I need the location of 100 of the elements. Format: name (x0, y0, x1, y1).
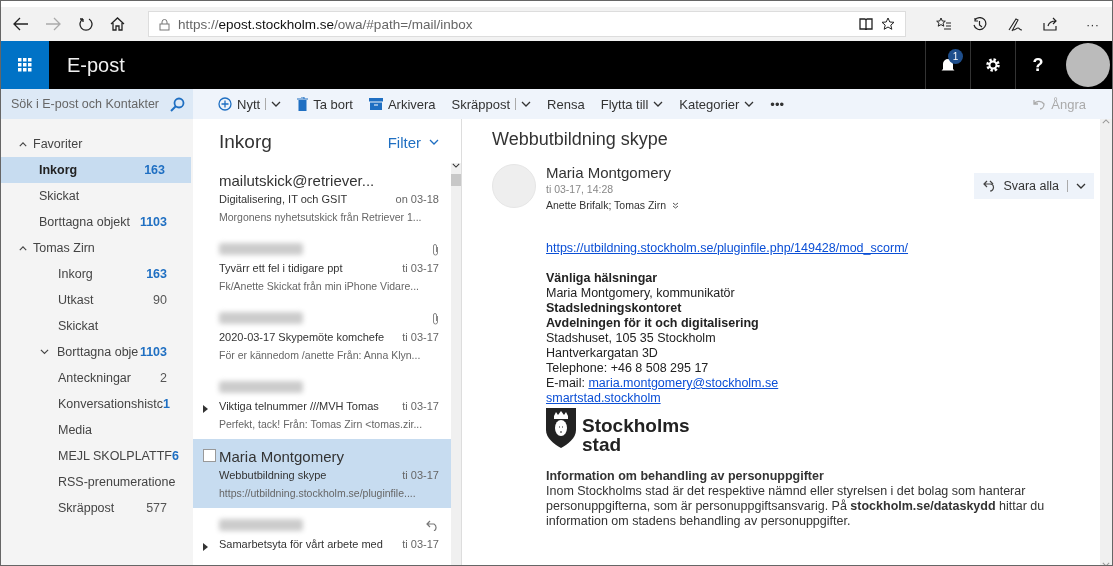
folder-group-header[interactable]: Favoriter (1, 131, 193, 157)
archive-icon (368, 98, 383, 110)
expand-thread-icon[interactable] (203, 405, 208, 413)
folder-group-header[interactable]: Tomas Zirn (1, 235, 193, 261)
address-bar[interactable]: https://epost.stockholm.se/owa/#path=/mail/inbox (148, 11, 906, 37)
sender-name: Maria Montgomery (219, 447, 345, 465)
folder-item[interactable]: MEJL SKOLPLATTF6 (1, 443, 193, 469)
refresh-icon[interactable] (78, 17, 93, 31)
chevron-down-icon (521, 101, 532, 107)
folder-item[interactable]: Borttagna objekt 1103 (1, 209, 193, 235)
message-date: ti 03-17 (402, 400, 439, 412)
back-icon[interactable] (13, 17, 30, 31)
folder-item[interactable]: Skickat (1, 183, 193, 209)
unread-count: 90 (153, 293, 167, 307)
message-preview: För er kännedom /anette Från: Anna Klyn... (219, 349, 422, 361)
search-input[interactable]: Sök i E-post och Kontakter (9, 96, 163, 112)
folder-item[interactable]: Borttagna obje1103 (1, 339, 193, 365)
waffle-icon (18, 58, 32, 72)
message-subject: Digitalisering, IT och GSIT (219, 193, 348, 205)
folder-item[interactable]: Skräppost 577 (1, 495, 193, 521)
chevron-down-icon (744, 101, 755, 107)
folder-item[interactable]: Utkast 90 (1, 287, 193, 313)
sent-time: ti 03-17, 14:28 (546, 183, 615, 195)
toolbar-button[interactable]: ••• (763, 89, 791, 119)
toolbar-button[interactable]: Nytt (211, 89, 289, 119)
folder-item[interactable]: Skickat (1, 313, 193, 339)
link[interactable]: https://utbildning.stockholm.se/pluginfile.php/149428/mod_scorm/ (546, 241, 909, 255)
message-date: on 03-18 (395, 193, 439, 205)
chevron-down-icon (429, 139, 439, 145)
toolbar-button[interactable]: Rensa (540, 89, 592, 119)
message-item[interactable]: 2020-03-17 Skypemöte komchefe ti 03-17 För er kännedom /anette Från: Anna Klyn... (193, 301, 451, 370)
signature-line: Telephone: +46 8 508 295 17 (546, 361, 710, 376)
search-icon (170, 96, 185, 112)
link[interactable]: smartstad.stockholm (546, 391, 661, 405)
folder-item[interactable]: Inkorg 163 (1, 157, 191, 183)
scrollbar[interactable] (1100, 119, 1112, 565)
chevron-up-icon (19, 141, 27, 147)
signature-line: Stadsledningskontoret (546, 301, 683, 316)
folder-item[interactable]: Inkorg 163 (1, 261, 193, 287)
folder-item[interactable]: Anteckningar 2 (1, 365, 193, 391)
trash-icon (297, 97, 309, 111)
unread-count: 1103 (139, 345, 167, 359)
scrollbar[interactable] (451, 163, 461, 565)
message-item[interactable]: Maria Montgomery Webbutbildning skype ti 03-17 https://utbildning.stockholm.se/pluginfile.... (193, 439, 451, 508)
unread-count: 163 (144, 163, 165, 177)
message-item[interactable]: mailutskick@retriever... Digitalisering, IT och GSIT on 03-18 Morgonens nyhetsutskick från Retriever 1... (193, 163, 451, 232)
signature-line: Avdelningen för it och digitalisering (546, 316, 760, 331)
message-date: ti 03-17 (402, 262, 439, 274)
pen-icon[interactable] (1007, 16, 1023, 32)
email-subject: Webbutbildning skype (492, 129, 669, 150)
folder-item[interactable]: Media (1, 417, 193, 443)
message-item[interactable]: Viktiga telnummer ///MVH Tomas ti 03-17 Perfekt, tack! Från: Tomas Zirn <tomas.zir... (193, 370, 451, 439)
user-avatar[interactable] (1066, 43, 1110, 87)
more-button[interactable]: ··· (1079, 9, 1106, 39)
unread-count: 1 (162, 397, 170, 411)
history-icon[interactable] (972, 16, 987, 32)
app-launcher-button[interactable] (1, 41, 49, 89)
expand-thread-icon[interactable] (203, 543, 208, 551)
search-field[interactable]: Sök i E-post och Kontakter (1, 89, 193, 119)
toolbar-button[interactable]: Flytta till (593, 89, 671, 119)
email-link[interactable]: maria.montgomery@stockholm.se (588, 376, 779, 390)
message-subject: Viktiga telnummer ///MVH Tomas (219, 400, 379, 412)
message-subject: Tyvärr ett fel i tidigare ppt (219, 262, 343, 274)
folder-item[interactable]: RSS-prenumeratione (1, 469, 193, 495)
message-preview: Perfekt, tack! Från: Tomas Zirn <tomas.zir... (219, 418, 424, 430)
reply-all-icon (982, 180, 996, 192)
signature-line: Maria Montgomery, kommunikatör (546, 286, 736, 301)
share-icon[interactable] (1043, 17, 1059, 31)
plus-circle-icon (218, 97, 232, 111)
settings-icon (985, 57, 1001, 73)
chevron-down-icon (653, 101, 664, 107)
email-label: E-mail: (546, 376, 586, 390)
star-icon[interactable] (881, 17, 895, 31)
message-date: ti 03-17 (402, 331, 439, 343)
filter-button[interactable]: Filter (381, 132, 445, 152)
expand-icon[interactable] (672, 201, 680, 209)
unread-count: 163 (146, 267, 167, 281)
unread-count: 2 (160, 371, 167, 385)
info-paragraph: Inom Stockholms stad är det respektive nämnd eller styrelsen i det bolag som hanterar personuppgifterna, som är personuppgiftsansvarig. På stockholm.se/dataskydd hittar du information om stadens behandling av personuppgifter. (546, 484, 1046, 529)
toolbar-button[interactable]: Kategorier (672, 89, 762, 119)
message-date: ti 03-17 (402, 538, 439, 550)
message-item[interactable]: Tyvärr ett fel i tidigare ppt ti 03-17 Fk/Anette Skickat från min iPhone Vidare... (193, 232, 451, 301)
folder-item[interactable]: Konversationshistc1 (1, 391, 193, 417)
city-logo: Stockholms stad (546, 408, 690, 454)
message-subject: 2020-03-17 Skypemöte komchefe (219, 331, 385, 343)
toolbar-button[interactable]: Arkivera (361, 89, 443, 119)
message-subject: Samarbetsyta för vårt arbete med (219, 538, 383, 550)
message-item[interactable]: Samarbetsyta för vårt arbete med ti 03-17 (193, 508, 451, 565)
reading-view-icon[interactable] (859, 18, 873, 30)
home-icon[interactable] (110, 17, 126, 31)
favorites-list-icon[interactable] (936, 17, 952, 31)
message-preview: https://utbildning.stockholm.se/pluginfile.... (219, 487, 417, 499)
chevron-down-icon (1076, 183, 1086, 189)
toolbar-button[interactable]: Skräppost (444, 89, 539, 119)
recipients: Anette Brifalk; Tomas Zirn (546, 199, 667, 211)
info-heading: Information om behandling av personuppgifter (546, 469, 825, 484)
scrollbar-thumb[interactable] (451, 173, 461, 186)
checkbox[interactable] (203, 449, 216, 462)
reply-all-button[interactable]: Svara alla (974, 173, 1094, 199)
toolbar-button[interactable]: Ta bort (290, 89, 360, 119)
